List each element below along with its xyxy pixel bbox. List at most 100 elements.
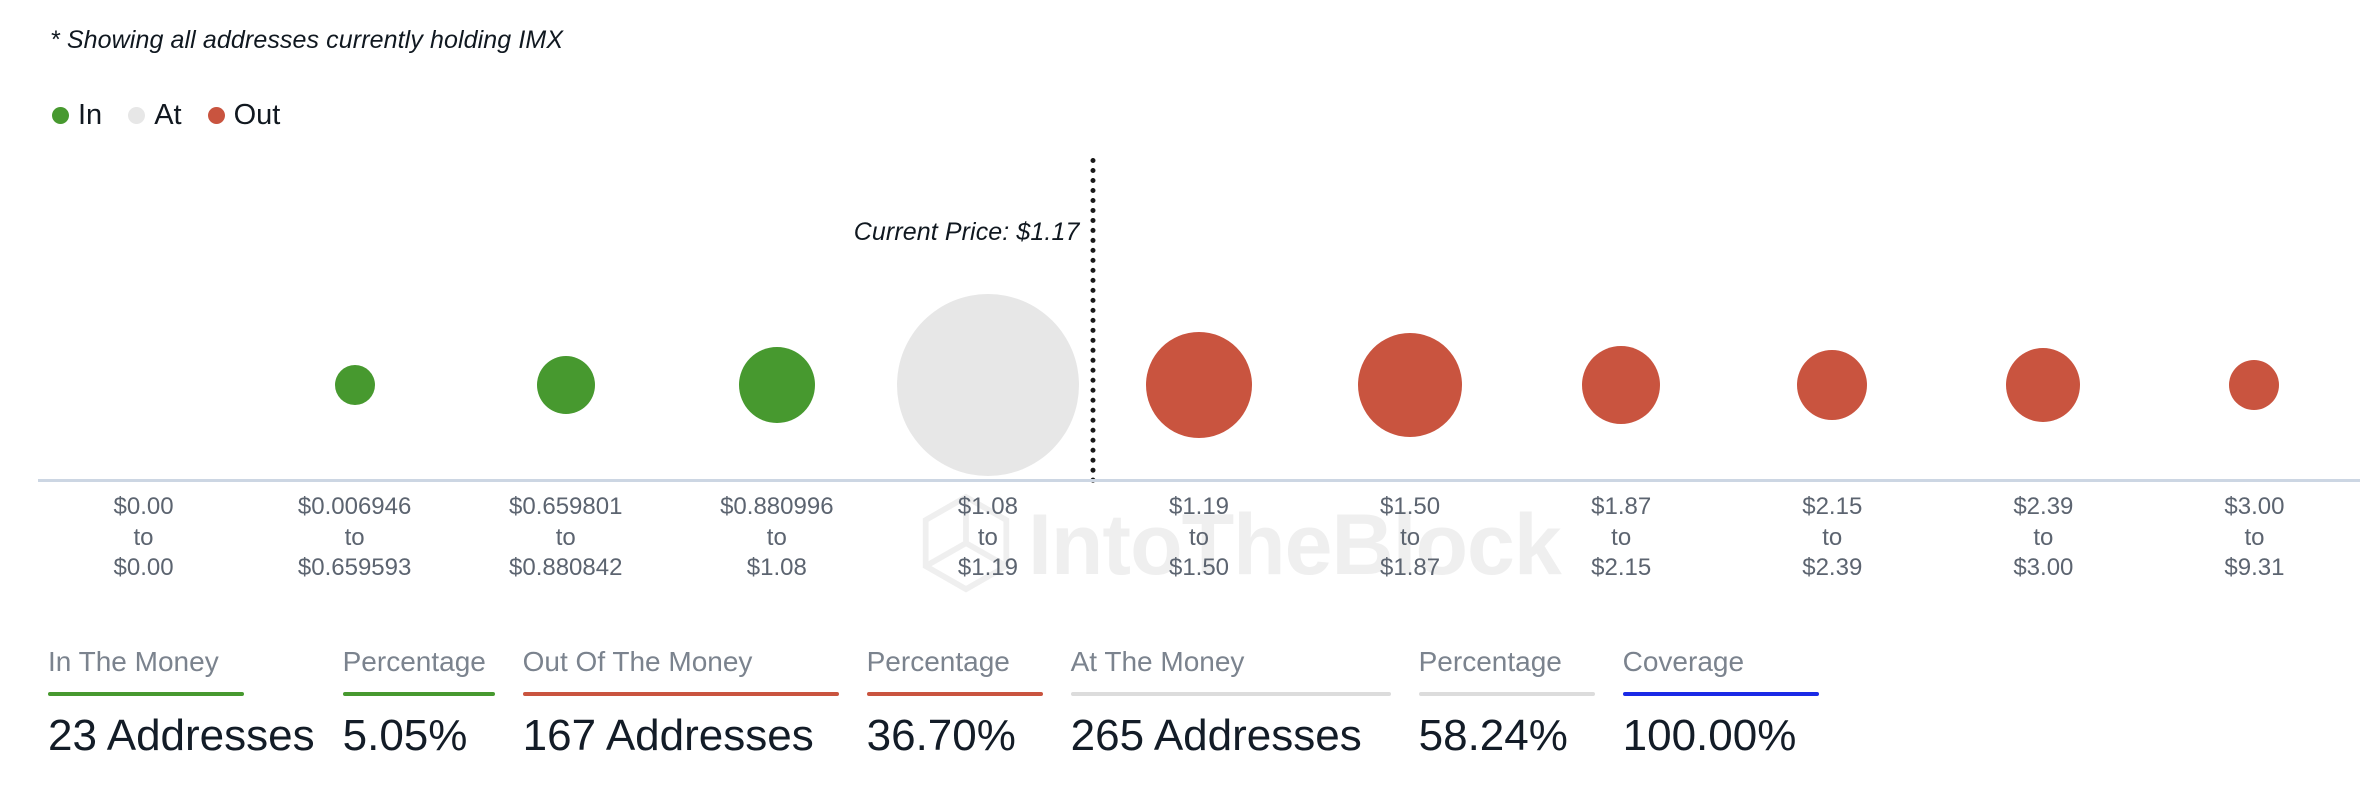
legend-item-in[interactable]: In <box>52 98 103 131</box>
current-price-line <box>1090 158 1096 483</box>
x-axis-tick: $3.00 to $9.31 <box>2224 492 2284 584</box>
stat-value: 58.24% <box>1418 711 1568 760</box>
stat-at-the-money-4: At The Money 265 Addresses <box>1070 646 1391 760</box>
tick-range-separator: to <box>2033 523 2054 551</box>
legend-item-label: At <box>154 98 182 131</box>
stat-coverage-6: Coverage 100.00% <box>1622 646 1819 760</box>
tick-range-separator: to <box>344 523 365 551</box>
chart-plot-area: IntoTheBlock Current Price: $1.17 <box>38 150 2368 593</box>
chart-bubble-out[interactable] <box>1582 346 1661 424</box>
stat-percentage-5: Percentage 58.24% <box>1418 646 1595 760</box>
stat-value: 265 Addresses <box>1070 711 1362 760</box>
tick-range-from: $1.19 <box>1168 493 1230 520</box>
tick-range-separator: to <box>1822 523 1843 551</box>
legend-item-at[interactable]: At <box>128 98 182 131</box>
tick-range-from: $0.00 <box>113 493 174 520</box>
stat-value: 5.05% <box>342 711 468 760</box>
chart-bubble-out[interactable] <box>1797 350 1868 420</box>
legend-dot-in-icon <box>52 106 69 124</box>
stat-value: 23 Addresses <box>48 711 315 760</box>
tick-range-separator: to <box>1188 523 1209 551</box>
x-axis-tick: $1.50 to $1.87 <box>1380 492 1440 584</box>
stat-underline <box>48 692 244 696</box>
legend-dot-out-icon <box>207 106 225 124</box>
chart-bubble-in[interactable] <box>334 365 375 405</box>
stat-label: Percentage <box>342 646 486 677</box>
tick-range-from: $0.659801 <box>508 493 623 520</box>
stat-label: At The Money <box>1070 646 1245 677</box>
x-axis-tick: $2.39 to $3.00 <box>2013 492 2073 584</box>
tick-range-to: $2.15 <box>1591 554 1652 582</box>
stat-label: In The Money <box>48 646 219 677</box>
stat-underline <box>342 692 495 696</box>
stat-label: Out Of The Money <box>522 646 753 677</box>
x-axis-tick: $0.00 to $0.00 <box>114 492 174 584</box>
tick-range-from: $2.15 <box>1802 493 1863 520</box>
tick-range-separator: to <box>1400 523 1421 551</box>
tick-range-from: $2.39 <box>2013 493 2074 520</box>
tick-range-to: $1.08 <box>746 554 807 582</box>
tick-range-separator: to <box>2244 523 2265 551</box>
stat-value: 100.00% <box>1622 711 1797 760</box>
x-axis-tick: $0.006946 to $0.659593 <box>298 492 411 584</box>
stat-in-the-money-0: In The Money 23 Addresses <box>48 648 315 758</box>
x-axis-tick: $0.659801 to $0.880842 <box>509 492 622 584</box>
tick-range-to: $0.880842 <box>508 554 623 582</box>
x-axis-tick-labels: $0.00 to $0.00 $0.006946 to $0.659593 $0.65980… <box>38 492 2360 582</box>
tick-range-from: $3.00 <box>2224 493 2285 520</box>
tick-range-to: $1.19 <box>957 554 1018 582</box>
tick-range-to: $0.659593 <box>297 554 412 582</box>
stat-percentage-1: Percentage 5.05% <box>342 646 495 760</box>
x-axis-tick: $0.880996 to $1.08 <box>720 492 833 584</box>
x-axis-tick: $1.19 to $1.50 <box>1169 492 1229 584</box>
tick-range-to: $1.87 <box>1380 554 1441 582</box>
legend-item-label: Out <box>233 98 281 131</box>
tick-range-to: $2.39 <box>1802 554 1863 582</box>
tick-range-from: $1.87 <box>1591 493 1652 520</box>
tick-range-from: $0.880996 <box>720 493 834 520</box>
stat-label: Percentage <box>1418 646 1562 677</box>
chart-bubble-out[interactable] <box>1146 332 1252 438</box>
chart-bubble-in[interactable] <box>536 356 595 414</box>
legend-item-label: In <box>78 98 103 131</box>
tick-range-from: $1.50 <box>1380 493 1441 520</box>
tick-range-separator: to <box>133 523 154 551</box>
tick-range-to: $3.00 <box>2013 554 2074 582</box>
x-axis-tick: $2.15 to $2.39 <box>1802 492 1862 584</box>
stat-value: 167 Addresses <box>522 711 814 760</box>
stat-underline <box>866 692 1043 696</box>
x-axis-tick: $1.87 to $2.15 <box>1591 492 1651 584</box>
tick-range-to: $1.50 <box>1168 554 1230 582</box>
chart-bubble-out[interactable] <box>2006 348 2081 422</box>
tick-range-separator: to <box>555 523 576 551</box>
tick-range-separator: to <box>1611 523 1632 551</box>
summary-stats: In The Money 23 Addresses Percentage 5.05% O… <box>48 648 1847 758</box>
stat-underline <box>1418 692 1595 696</box>
chart-bubble-in[interactable] <box>738 347 815 423</box>
stat-label: Coverage <box>1622 646 1745 677</box>
stat-underline <box>1622 692 1819 696</box>
legend-dot-at-icon <box>128 106 146 124</box>
stat-underline <box>1070 692 1391 696</box>
chart-bubble-out[interactable] <box>2229 360 2280 410</box>
tick-range-from: $0.006946 <box>297 493 412 520</box>
x-axis-line <box>38 479 2360 482</box>
legend-item-out[interactable]: Out <box>207 98 281 131</box>
chart-bubble-out[interactable] <box>1358 333 1463 437</box>
tick-range-to: $0.00 <box>113 554 174 582</box>
chart-bubble-at[interactable] <box>896 294 1079 476</box>
tick-range-from: $1.08 <box>957 493 1018 520</box>
chart-footnote: * Showing all addresses currently holdin… <box>50 26 564 54</box>
bubble-chart: IntoTheBlock Current Price: $1.17 <box>0 150 2368 593</box>
chart-legend: In At Out <box>52 98 306 132</box>
tick-range-to: $9.31 <box>2224 554 2285 582</box>
stat-underline <box>522 692 839 696</box>
current-price-label: Current Price: $1.17 <box>853 218 1080 246</box>
stat-label: Percentage <box>866 646 1010 677</box>
x-axis-tick: $1.08 to $1.19 <box>958 492 1018 584</box>
stat-out-of-the-money-2: Out Of The Money 167 Addresses <box>522 646 839 760</box>
stat-value: 36.70% <box>866 711 1016 760</box>
tick-range-separator: to <box>977 523 998 551</box>
stat-percentage-3: Percentage 36.70% <box>866 646 1043 760</box>
tick-range-separator: to <box>766 523 787 551</box>
